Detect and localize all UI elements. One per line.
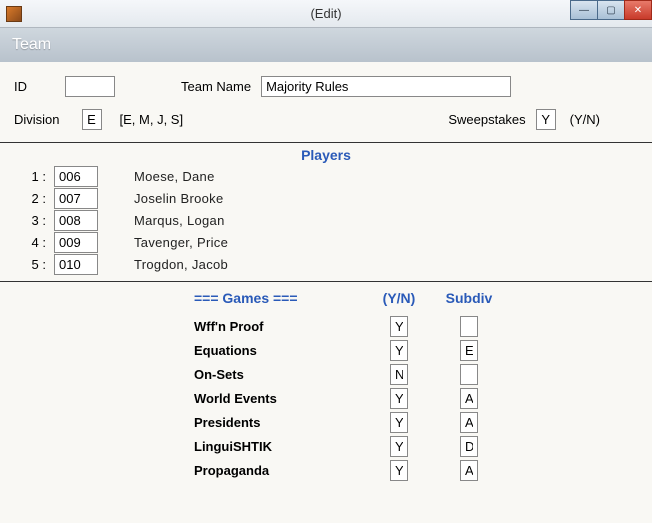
player-id-input[interactable] (54, 254, 98, 275)
game-yn-input[interactable] (390, 340, 408, 361)
player-name: Marqus, Logan (134, 213, 225, 228)
players-list: 1 : Moese, Dane 2 : Joselin Brooke 3 : M… (0, 165, 652, 281)
player-index: 1 : (14, 169, 54, 184)
game-subdiv-input[interactable] (460, 364, 478, 385)
player-name: Moese, Dane (134, 169, 215, 184)
player-row: 1 : Moese, Dane (14, 165, 638, 187)
window-title: (Edit) (310, 6, 341, 21)
game-yn-input[interactable] (390, 436, 408, 457)
game-subdiv-input[interactable] (460, 460, 478, 481)
game-yn-input[interactable] (390, 364, 408, 385)
game-name: World Events (194, 391, 364, 406)
game-subdiv-input[interactable] (460, 388, 478, 409)
game-row: LinguiSHTIK (0, 434, 652, 458)
player-index: 3 : (14, 213, 54, 228)
id-label: ID (14, 79, 27, 94)
subdiv-col-heading: Subdiv (434, 290, 504, 306)
game-yn-input[interactable] (390, 316, 408, 337)
app-icon (6, 6, 22, 22)
game-row: Equations (0, 338, 652, 362)
player-id-input[interactable] (54, 210, 98, 231)
player-index: 4 : (14, 235, 54, 250)
section-title: Team (0, 28, 652, 62)
separator (0, 142, 652, 143)
game-name: Equations (194, 343, 364, 358)
games-header-row: === Games === (Y/N) Subdiv (0, 290, 652, 306)
yn-col-heading: (Y/N) (364, 290, 434, 306)
close-button[interactable]: ✕ (624, 0, 652, 20)
game-subdiv-input[interactable] (460, 316, 478, 337)
sweepstakes-hint: (Y/N) (570, 112, 600, 127)
game-row: Presidents (0, 410, 652, 434)
game-name: On-Sets (194, 367, 364, 382)
players-heading: Players (0, 147, 652, 163)
game-yn-input[interactable] (390, 388, 408, 409)
player-id-input[interactable] (54, 232, 98, 253)
team-name-label: Team Name (181, 79, 251, 94)
window-controls: — ▢ ✕ (571, 0, 652, 20)
game-name: Wff'n Proof (194, 319, 364, 334)
sweepstakes-input[interactable] (536, 109, 556, 130)
game-subdiv-input[interactable] (460, 412, 478, 433)
player-index: 5 : (14, 257, 54, 272)
player-row: 5 : Trogdon, Jacob (14, 253, 638, 275)
player-id-input[interactable] (54, 188, 98, 209)
player-id-input[interactable] (54, 166, 98, 187)
game-yn-input[interactable] (390, 460, 408, 481)
minimize-button[interactable]: — (570, 0, 598, 20)
player-name: Trogdon, Jacob (134, 257, 228, 272)
game-row: On-Sets (0, 362, 652, 386)
row-id-teamname: ID Team Name (14, 76, 638, 97)
player-row: 4 : Tavenger, Price (14, 231, 638, 253)
game-row: Propaganda (0, 458, 652, 482)
games-block: === Games === (Y/N) Subdiv Wff'n Proof E… (0, 282, 652, 482)
team-name-input[interactable] (261, 76, 511, 97)
player-row: 2 : Joselin Brooke (14, 187, 638, 209)
player-row: 3 : Marqus, Logan (14, 209, 638, 231)
game-row: World Events (0, 386, 652, 410)
game-subdiv-input[interactable] (460, 436, 478, 457)
row-division-sweeps: Division [E, M, J, S] Sweepstakes (Y/N) (14, 109, 638, 130)
division-label: Division (14, 112, 60, 127)
game-subdiv-input[interactable] (460, 340, 478, 361)
id-input[interactable] (65, 76, 115, 97)
games-heading: === Games === (194, 290, 364, 306)
player-name: Joselin Brooke (134, 191, 223, 206)
sweepstakes-label: Sweepstakes (448, 112, 525, 127)
division-input[interactable] (82, 109, 102, 130)
game-name: LinguiSHTIK (194, 439, 364, 454)
division-hint: [E, M, J, S] (120, 112, 184, 127)
game-yn-input[interactable] (390, 412, 408, 433)
titlebar: (Edit) — ▢ ✕ (0, 0, 652, 28)
game-name: Propaganda (194, 463, 364, 478)
game-name: Presidents (194, 415, 364, 430)
player-index: 2 : (14, 191, 54, 206)
game-row: Wff'n Proof (0, 314, 652, 338)
player-name: Tavenger, Price (134, 235, 228, 250)
maximize-button[interactable]: ▢ (597, 0, 625, 20)
form-content: ID Team Name Division [E, M, J, S] Sweep… (0, 62, 652, 130)
